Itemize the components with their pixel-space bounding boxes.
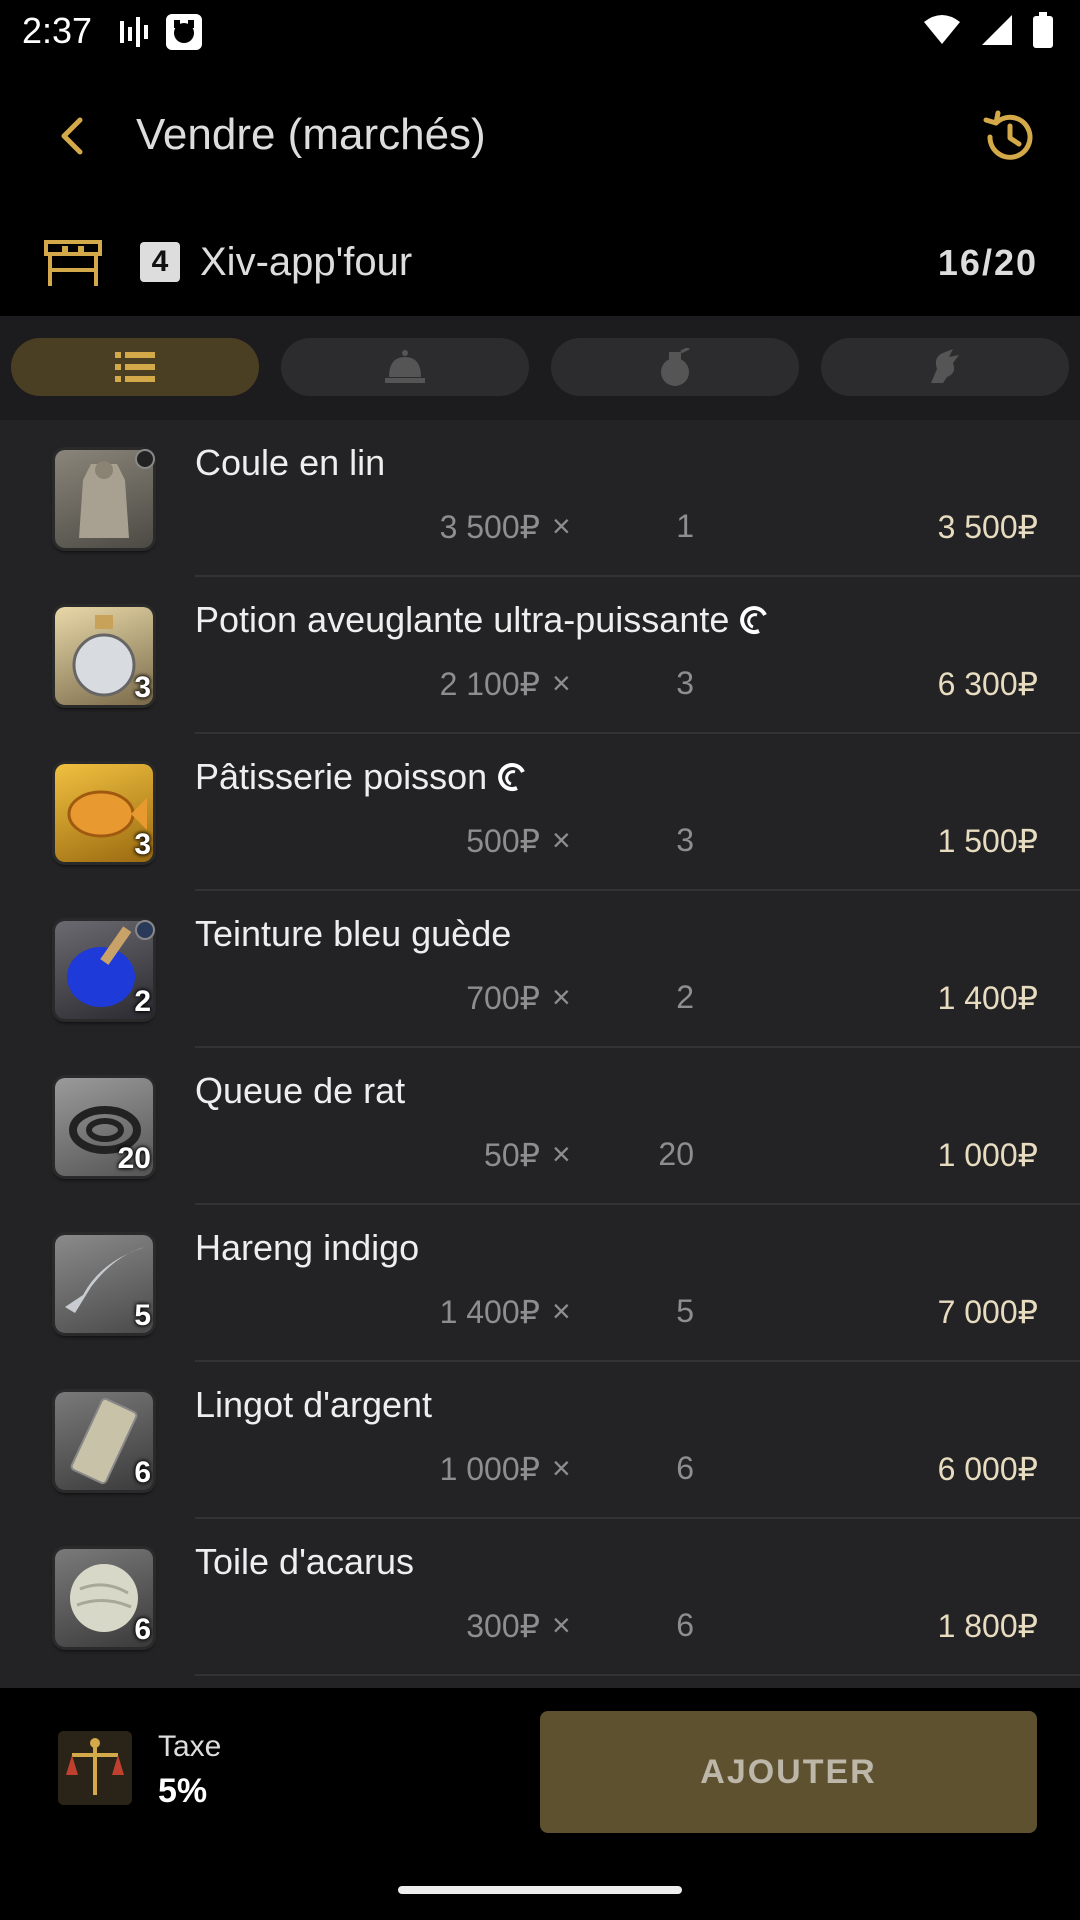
tax-value: 5% [158,1772,208,1810]
page-title: Vendre (marchés) [136,110,486,159]
item-quantity: 20 [658,1136,694,1172]
pot-icon [661,348,690,386]
item-total: 1 800₽ [937,1608,1038,1644]
item-total: 7 000₽ [937,1294,1038,1330]
item-total: 3 500₽ [937,509,1038,545]
battery-icon [1033,12,1053,48]
unit-price: 300₽ [466,1608,540,1644]
list-item[interactable]: 6 Toile d'acarus 300₽ × 6 1 800₽ [0,1519,1080,1676]
item-total: 1 400₽ [937,980,1038,1016]
item-quantity: 1 [676,508,694,544]
list-item[interactable]: 5 Hareng indigo 1 400₽ × 5 7 000₽ [0,1205,1080,1362]
retainer-number: 4 [140,242,180,282]
item-name: Hareng indigo [195,1227,420,1268]
herring-item-icon: 5 [55,1235,153,1333]
unit-price: 700₽ [466,980,540,1016]
tab-list[interactable] [11,338,259,396]
status-dot [135,920,155,940]
stack-badge: 5 [134,1299,151,1332]
potion-item-icon: 3 [55,607,153,705]
stack-badge: 6 [134,1456,151,1489]
item-name: Queue de rat [195,1070,406,1111]
tab-pot[interactable] [551,338,799,396]
divider [195,1674,1080,1676]
unit-price: 3 500₽ [439,509,540,545]
multiply-sign: × [552,665,571,701]
item-name: Potion aveuglante ultra-puissante [195,599,769,641]
list-item[interactable]: Coule en lin 3 500₽ × 1 3 500₽ [0,420,1080,577]
item-quantity: 2 [676,979,694,1015]
multiply-sign: × [552,1136,571,1172]
tab-bell[interactable] [281,338,529,396]
list-item[interactable]: 6 Lingot d'argent 1 000₽ × 6 6 000₽ [0,1362,1080,1519]
multiply-sign: × [552,1293,571,1329]
high-quality-icon [498,763,525,792]
listing-count: 16/20 [937,242,1038,283]
retainer-desk-icon [44,240,102,286]
item-total: 1 000₽ [937,1137,1038,1173]
rat-tail-item-icon: 20 [55,1078,153,1176]
signal-bars-icon [120,17,148,47]
item-quantity: 3 [676,822,694,858]
item-quantity: 6 [676,1607,694,1643]
item-total: 6 300₽ [937,666,1038,702]
app-notification-icon [166,14,202,50]
list-item[interactable]: 3 Pâtisserie poisson 500₽ × 3 1 500₽ [0,734,1080,891]
multiply-sign: × [552,822,571,858]
history-icon[interactable] [980,108,1038,166]
wifi-icon [924,15,960,44]
home-indicator[interactable] [398,1886,682,1894]
item-name: Teinture bleu guède [195,913,512,954]
multiply-sign: × [552,1607,571,1643]
tax-emblem-icon [58,1731,132,1805]
item-total: 1 500₽ [937,823,1038,859]
stack-badge: 2 [134,985,151,1018]
tab-chocobo[interactable] [821,338,1069,396]
list-item[interactable]: 2 Teinture bleu guède 700₽ × 2 1 400₽ [0,891,1080,1048]
item-quantity: 6 [676,1450,694,1486]
add-button[interactable]: AJOUTER [540,1711,1037,1833]
bell-icon [385,350,425,383]
multiply-sign: × [552,1450,571,1486]
stack-badge: 3 [134,828,151,861]
unit-price: 1 400₽ [439,1294,540,1330]
item-quantity: 5 [676,1293,694,1329]
bottom-bar: Taxe 5% AJOUTER [0,1688,1080,1920]
item-name: Lingot d'argent [195,1384,433,1425]
item-quantity: 3 [676,665,694,701]
app-bar: Vendre (marchés) [0,72,1080,202]
status-bar: 2:37 [0,0,1080,64]
item-list: Coule en lin 3 500₽ × 1 3 500₽ 3 Potion … [0,420,1080,1688]
retainer-name: Xiv-app'four [200,240,413,284]
stack-badge: 3 [134,671,151,704]
list-icon [115,352,155,382]
unit-price: 500₽ [466,823,540,859]
back-arrow-icon[interactable] [52,114,96,158]
silver-ingot-item-icon: 6 [55,1392,153,1490]
retainer-header[interactable]: 4 Xiv-app'four 16/20 [0,222,1080,314]
item-name: Coule en lin [195,442,386,483]
list-item[interactable]: 20 Queue de rat 50₽ × 20 1 000₽ [0,1048,1080,1205]
multiply-sign: × [552,979,571,1015]
stack-badge: 20 [117,1142,151,1175]
high-quality-icon [740,606,768,635]
unit-price: 2 100₽ [439,666,540,702]
multiply-sign: × [552,508,571,544]
tax-label: Taxe [158,1730,222,1763]
status-time: 2:37 [22,10,93,51]
cloth-item-icon: 6 [55,1549,153,1647]
item-name: Pâtisserie poisson [195,756,527,798]
cell-signal-icon [982,15,1012,45]
list-item[interactable]: 3 Potion aveuglante ultra-puissante 2 10… [0,577,1080,734]
status-dot [135,449,155,469]
item-total: 6 000₽ [937,1451,1038,1487]
stack-badge: 6 [134,1613,151,1646]
item-name: Toile d'acarus [195,1541,414,1582]
unit-price: 1 000₽ [439,1451,540,1487]
chocobo-icon [931,349,959,383]
unit-price: 50₽ [484,1137,540,1173]
fish-pastry-item-icon: 3 [55,764,153,862]
filter-tabs [0,316,1080,420]
